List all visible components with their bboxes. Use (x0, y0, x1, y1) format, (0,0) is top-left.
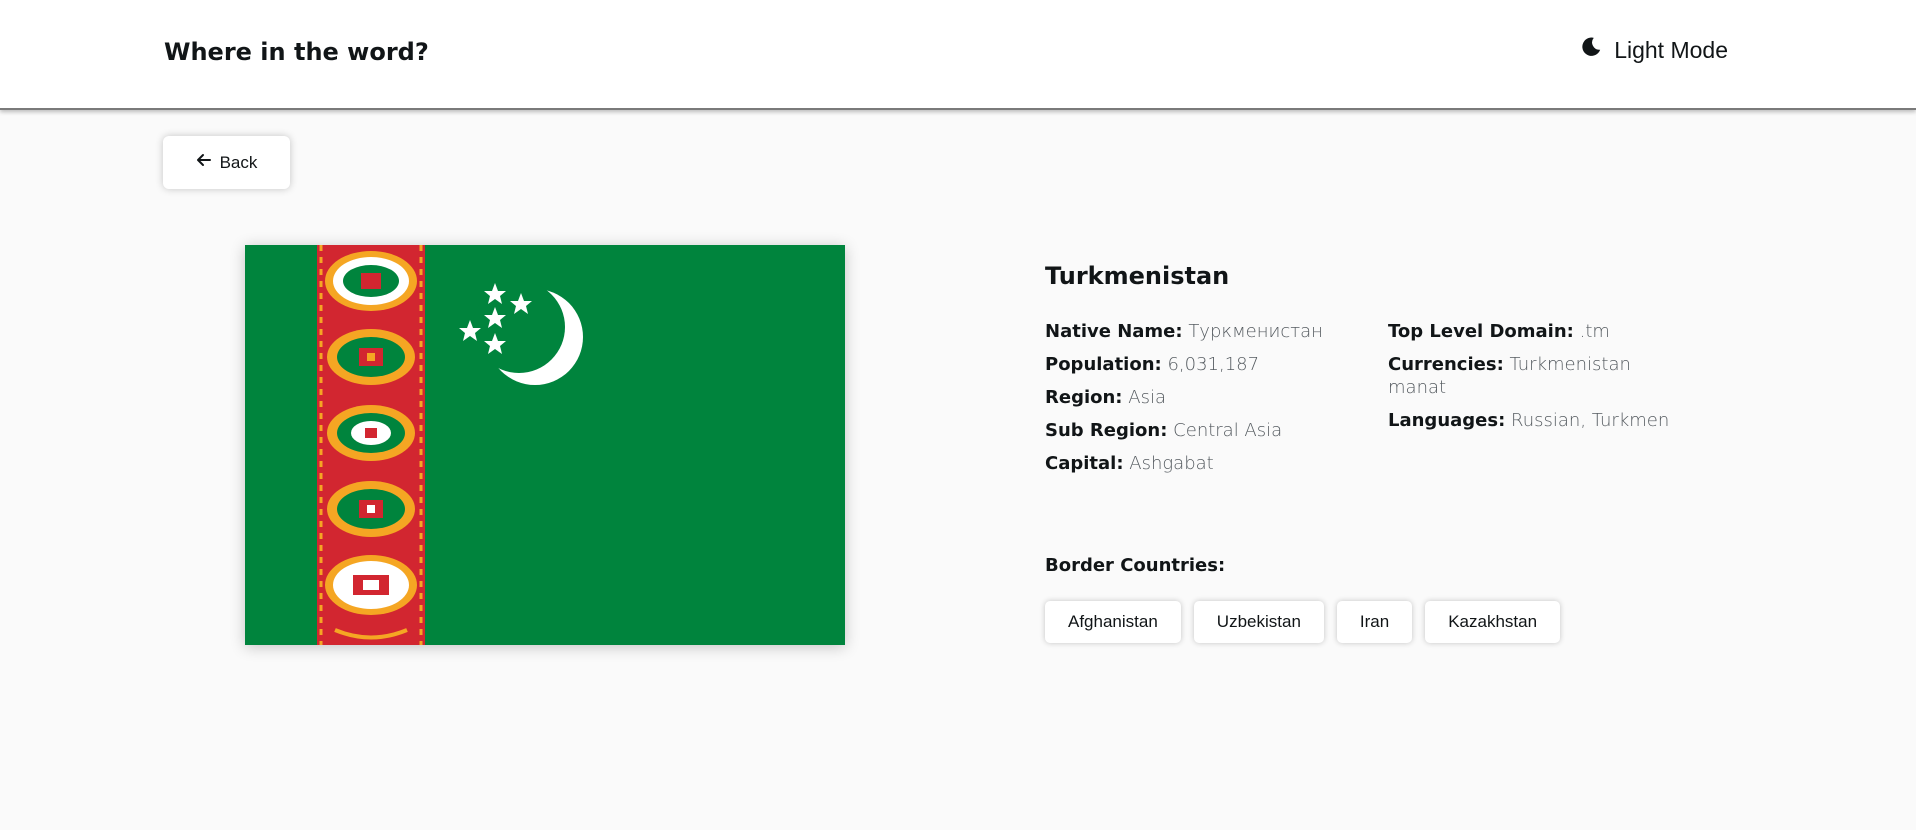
info-column-left: Native Name: Туркменистан Population: 6,… (1045, 320, 1388, 485)
border-country-button[interactable]: Iran (1336, 601, 1413, 643)
country-flag (245, 245, 845, 645)
region-value: Asia (1128, 387, 1166, 408)
population-value: 6,031,187 (1167, 354, 1260, 375)
back-button[interactable]: Back (163, 136, 290, 189)
native-name-row: Native Name: Туркменистан (1045, 320, 1388, 343)
border-country-button[interactable]: Afghanistan (1045, 601, 1181, 643)
info-column-right: Top Level Domain: .tm Currencies: Turkme… (1388, 320, 1678, 485)
back-button-label: Back (219, 152, 258, 172)
population-label: Population: (1045, 354, 1162, 375)
sub-region-row: Sub Region: Central Asia (1045, 419, 1388, 442)
native-name-label: Native Name: (1045, 321, 1183, 342)
sub-region-label: Sub Region: (1045, 420, 1168, 441)
region-label: Region: (1045, 387, 1123, 408)
tld-value: .tm (1579, 321, 1610, 342)
currencies-row: Currencies: Turkmenistan manat (1388, 353, 1678, 399)
moon-icon (1580, 36, 1602, 64)
border-country-button[interactable]: Kazakhstan (1425, 601, 1561, 643)
border-countries-list: Afghanistan Uzbekistan Iran Kazakhstan (1045, 601, 1561, 643)
app-title: Where in the word? (164, 38, 429, 66)
languages-row: Languages: Russian, Turkmen (1388, 409, 1678, 432)
theme-toggle-label: Light Mode (1614, 36, 1728, 63)
capital-value: Ashgabat (1129, 453, 1214, 474)
tld-label: Top Level Domain: (1388, 321, 1574, 342)
capital-label: Capital: (1045, 453, 1124, 474)
country-name: Turkmenistan (1045, 262, 1230, 290)
native-name-value: Туркменистан (1188, 321, 1323, 342)
currencies-label: Currencies: (1388, 354, 1504, 375)
theme-toggle-button[interactable]: Light Mode (1580, 36, 1728, 64)
population-row: Population: 6,031,187 (1045, 353, 1388, 376)
sub-region-value: Central Asia (1173, 420, 1283, 441)
country-details: Turkmenistan Native Name: Туркменистан P… (1045, 262, 1745, 485)
tld-row: Top Level Domain: .tm (1388, 320, 1678, 343)
border-country-button[interactable]: Uzbekistan (1193, 601, 1324, 643)
capital-row: Capital: Ashgabat (1045, 452, 1388, 475)
languages-value: Russian, Turkmen (1511, 410, 1670, 431)
region-row: Region: Asia (1045, 386, 1388, 409)
border-countries-title: Border Countries: (1045, 555, 1226, 576)
app-header: Where in the word? Light Mode (0, 0, 1916, 110)
arrow-left-icon (196, 152, 212, 173)
languages-label: Languages: (1388, 410, 1506, 431)
